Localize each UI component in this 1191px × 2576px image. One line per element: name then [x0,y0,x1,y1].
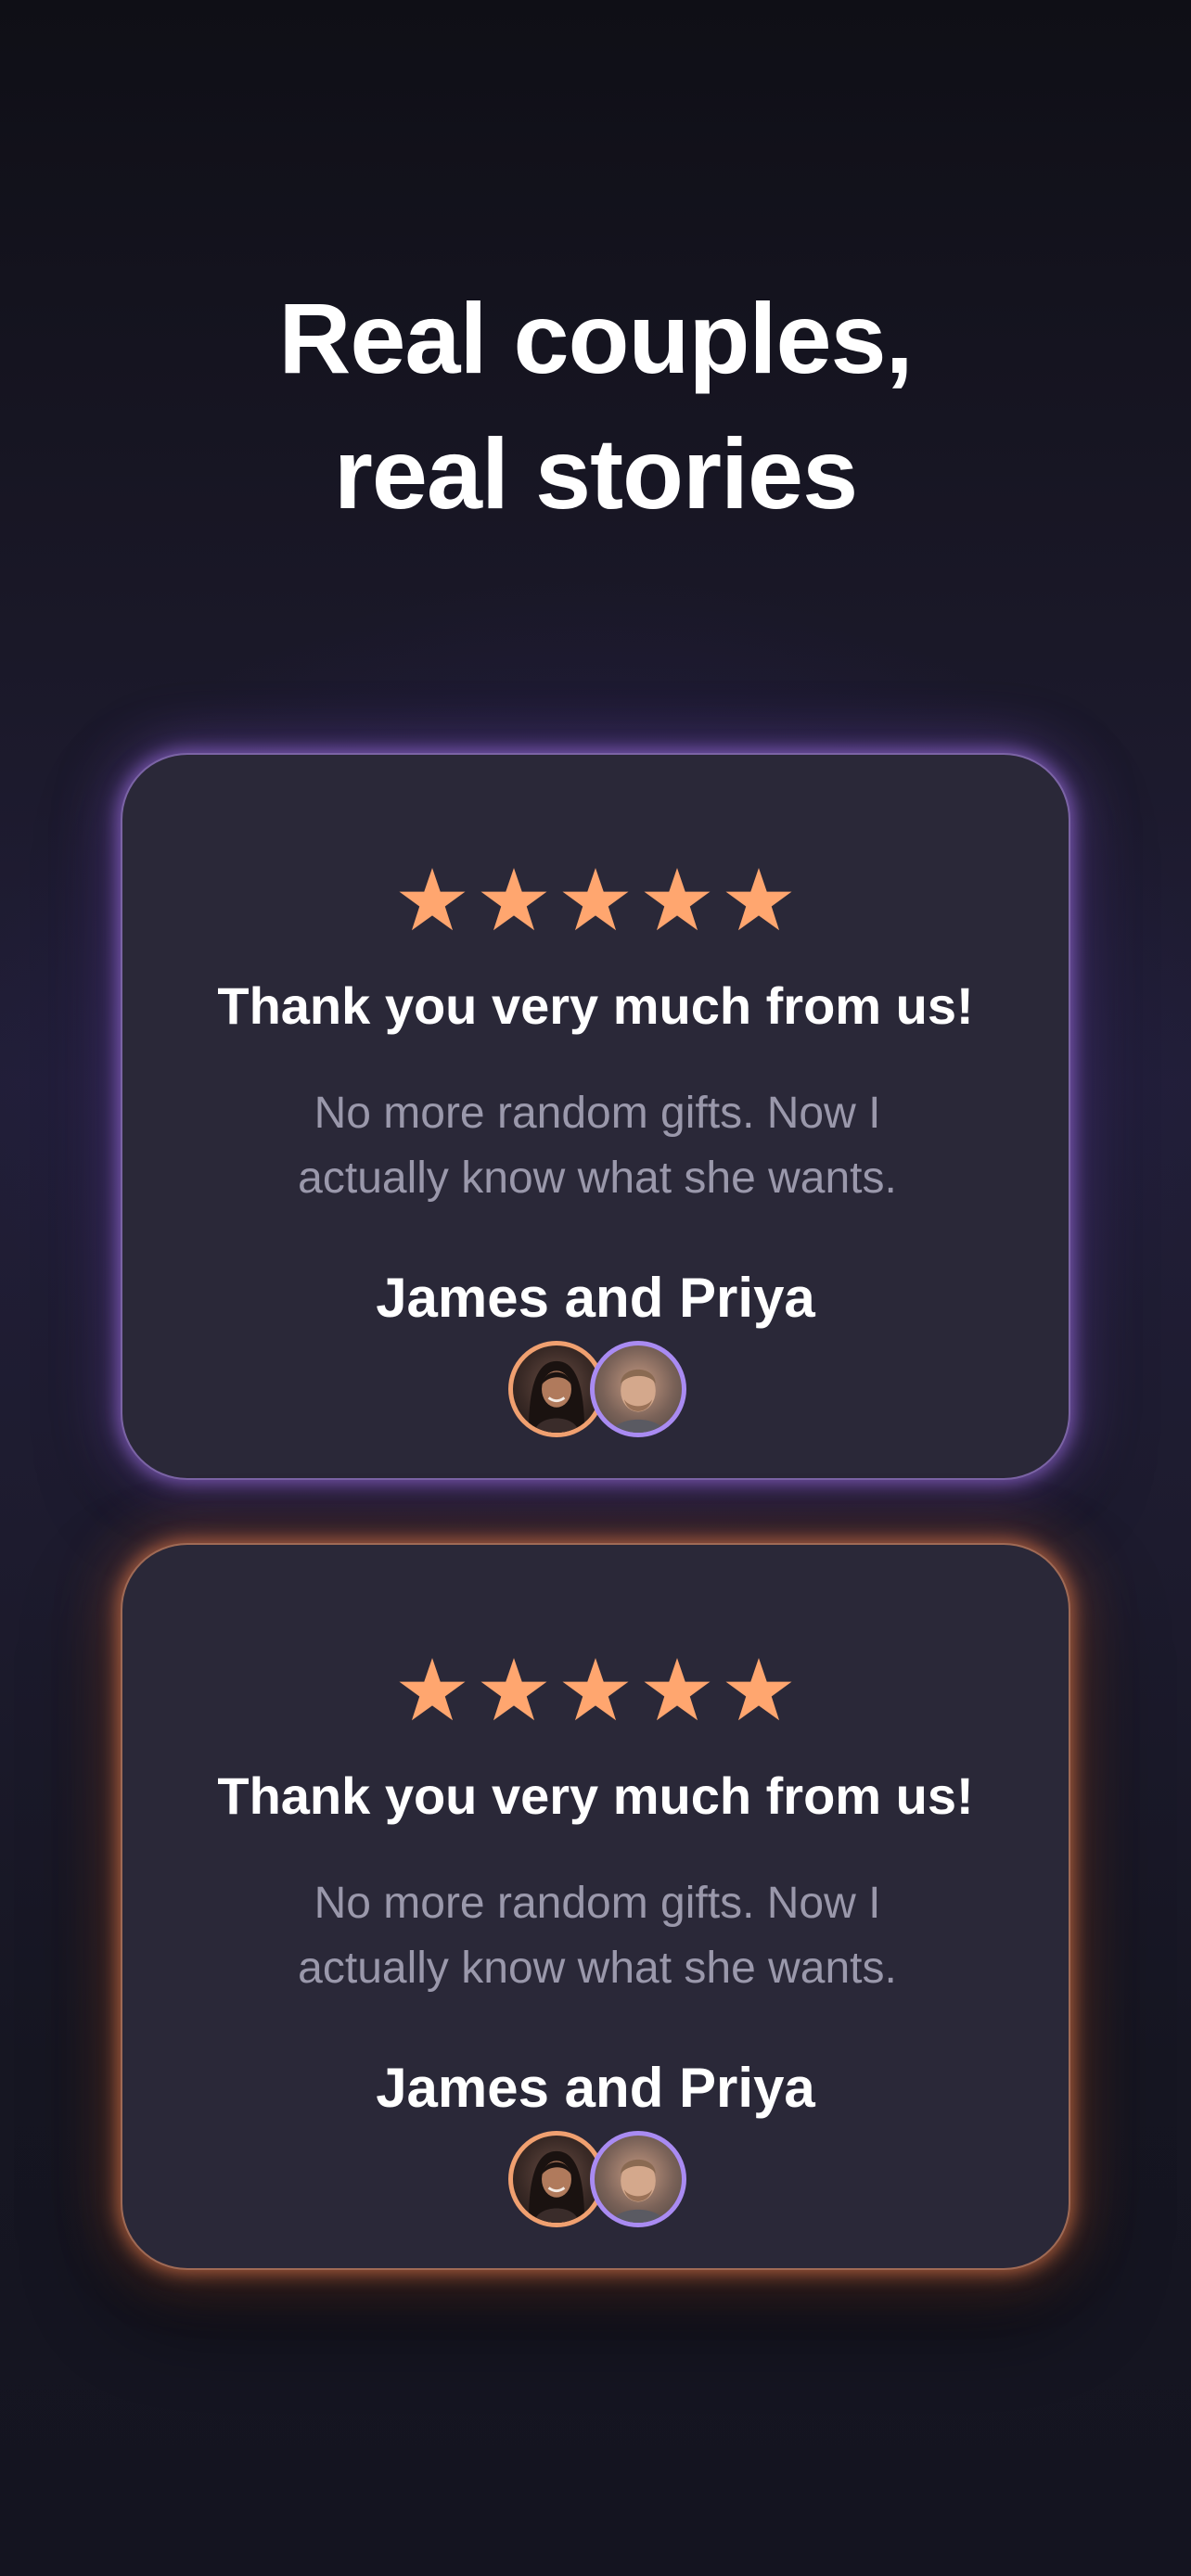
review-text-line-1: No more random gifts. Now I [314,1879,881,1928]
review-text: No more random gifts. Now I actually kno… [197,1081,998,1211]
reviewer-names: James and Priya [376,1267,815,1329]
review-card: Thank you very much from us! No more ran… [121,1543,1070,2270]
star-icon [399,1657,466,1721]
review-text-line-2: actually know what she wants. [298,1154,897,1203]
review-text-line-2: actually know what she wants. [298,1944,897,1993]
review-title: Thank you very much from us! [217,976,974,1035]
page-title-line-2: real stories [333,417,858,530]
couple-avatars [508,2131,690,2227]
star-icon [480,1657,547,1721]
star-icon [399,867,466,931]
reviewer-names: James and Priya [376,2057,815,2119]
star-icon [725,867,792,931]
review-text-line-1: No more random gifts. Now I [314,1089,881,1138]
star-icon [725,1657,792,1721]
review-card: Thank you very much from us! No more ran… [121,753,1070,1480]
review-title: Thank you very much from us! [217,1766,974,1825]
man-avatar [590,2131,686,2227]
star-icon [644,867,711,931]
star-rating [122,1656,1069,1723]
man-avatar [590,1341,686,1437]
star-icon [644,1657,711,1721]
star-icon [480,867,547,931]
couple-avatars [508,1341,690,1437]
testimonials-screen: Real couples, real stories Thank you ver… [0,0,1191,2576]
star-icon [562,1657,629,1721]
star-rating [122,866,1069,933]
star-icon [562,867,629,931]
page-title-line-1: Real couples, [278,282,913,395]
page-title: Real couples, real stories [0,271,1191,542]
review-text: No more random gifts. Now I actually kno… [197,1871,998,2001]
